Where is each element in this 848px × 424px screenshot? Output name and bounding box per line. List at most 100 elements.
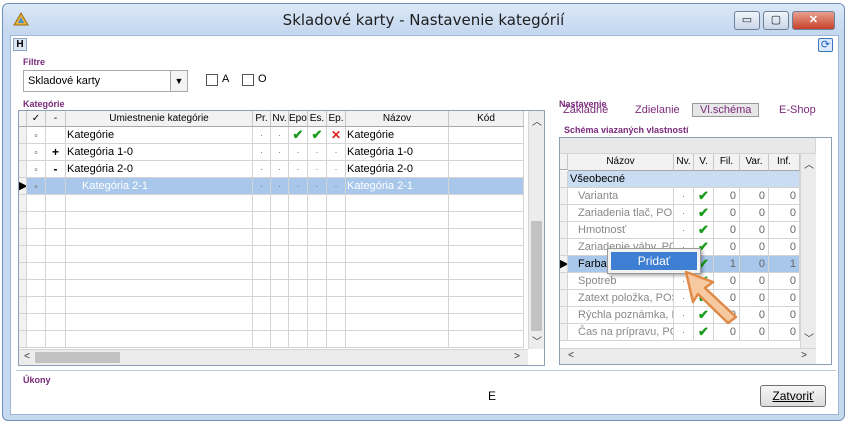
schema-cell-inf[interactable]: 0: [769, 222, 800, 239]
maximize-button[interactable]: ▢: [763, 11, 789, 30]
schema-cell-v[interactable]: ✔: [694, 205, 714, 222]
category-cell-pr-col[interactable]: ·: [253, 144, 271, 161]
categories-grid[interactable]: ✓ - Umiestnenie kategórie Pr. Nv. Epo. Es. Ep. N…: [18, 110, 545, 366]
category-cell-toggle-col[interactable]: [46, 178, 66, 195]
schema-cell-fil[interactable]: 0: [714, 222, 740, 239]
schema-cell-var[interactable]: 0: [740, 188, 769, 205]
schema-cell-var[interactable]: 0: [740, 239, 769, 256]
schema-cell-inf[interactable]: 0: [769, 290, 800, 307]
category-cell-pr-col[interactable]: ·: [253, 178, 271, 195]
category-cell-code-col[interactable]: [449, 161, 524, 178]
column-header-check-col[interactable]: ✓: [27, 111, 46, 127]
column-header-es-col[interactable]: Es.: [308, 111, 327, 127]
column-header-toggle-col[interactable]: -: [46, 111, 66, 127]
schema-cell-name[interactable]: Zariadenia tlač, POS: [568, 205, 674, 222]
tab-vl-schema[interactable]: Vl.schéma: [692, 103, 760, 117]
schema-column-header-fil[interactable]: Fil.: [714, 154, 740, 171]
scroll-left-icon[interactable]: <: [19, 351, 35, 362]
category-cell-epo-col[interactable]: ·: [289, 161, 308, 178]
category-cell-ep-col[interactable]: ·: [327, 161, 346, 178]
tab-zdielanie[interactable]: Zdielanie: [635, 104, 680, 116]
checkbox-o[interactable]: [242, 74, 254, 86]
chevron-down-icon[interactable]: ▼: [170, 71, 187, 91]
category-cell-check-col[interactable]: ∘: [27, 127, 46, 144]
category-cell-es-col[interactable]: ·: [308, 144, 327, 161]
schema-cell-v[interactable]: ✔: [694, 222, 714, 239]
schema-cell-name[interactable]: Hmotnosť: [568, 222, 674, 239]
column-header-epo-col[interactable]: Epo.: [289, 111, 308, 127]
schema-cell-fil[interactable]: 0: [714, 205, 740, 222]
schema-cell-inf[interactable]: 0: [769, 273, 800, 290]
schema-cell-name[interactable]: Čas na prípravu, PO: [568, 324, 674, 341]
schema-cell-var[interactable]: 0: [740, 273, 769, 290]
add-menu-item[interactable]: Pridať: [611, 252, 697, 270]
scroll-up-icon[interactable]: ︿: [801, 156, 817, 171]
category-cell-es-col[interactable]: ✔: [308, 127, 327, 144]
scroll-right-icon[interactable]: >: [796, 350, 812, 361]
horizontal-scrollbar[interactable]: < >: [19, 349, 528, 365]
schema-cell-nv[interactable]: ·: [674, 222, 694, 239]
category-cell-code-col[interactable]: [449, 127, 524, 144]
schema-horizontal-scrollbar[interactable]: < >: [560, 348, 816, 364]
category-cell-epo-col[interactable]: ✔: [289, 127, 308, 144]
h-badge[interactable]: H: [13, 38, 27, 51]
category-cell-es-col[interactable]: ·: [308, 178, 327, 195]
schema-vertical-scrollbar[interactable]: ︿ ﹀: [800, 154, 816, 348]
category-cell-check-col[interactable]: ∘: [27, 161, 46, 178]
schema-cell-nv[interactable]: ·: [674, 188, 694, 205]
category-cell-toggle-col[interactable]: -: [46, 161, 66, 178]
close-window-button[interactable]: ✕: [792, 11, 835, 30]
schema-column-header-v[interactable]: V.: [694, 154, 714, 171]
schema-cell-var[interactable]: 0: [740, 256, 769, 273]
category-cell-location-col[interactable]: Kategória 2-0: [66, 161, 253, 178]
schema-column-header-inf[interactable]: Inf.: [769, 154, 800, 171]
category-cell-code-col[interactable]: [449, 144, 524, 161]
schema-cell-fil[interactable]: 0: [714, 324, 740, 341]
schema-cell-name[interactable]: Spotreb: [568, 273, 674, 290]
schema-group-row[interactable]: Všeobecné: [568, 171, 800, 188]
minimize-button[interactable]: ▭: [734, 11, 760, 30]
schema-cell-v[interactable]: ✔: [694, 324, 714, 341]
category-type-combo[interactable]: Skladové karty ▼: [23, 70, 188, 92]
category-cell-location-col[interactable]: Kategórie: [66, 127, 253, 144]
column-header-ep-col[interactable]: Ep.: [327, 111, 346, 127]
checkbox-a[interactable]: [206, 74, 218, 86]
schema-cell-fil[interactable]: 0: [714, 239, 740, 256]
schema-cell-v[interactable]: ✔: [694, 188, 714, 205]
column-header-location-col[interactable]: Umiestnenie kategórie: [66, 111, 253, 127]
schema-cell-inf[interactable]: 0: [769, 307, 800, 324]
category-cell-epo-col[interactable]: ·: [289, 178, 308, 195]
category-cell-location-col[interactable]: Kategória 1-0: [66, 144, 253, 161]
category-cell-name-col[interactable]: Kategórie: [346, 127, 449, 144]
category-cell-nv-col[interactable]: ·: [271, 144, 289, 161]
category-cell-nv-col[interactable]: ·: [271, 127, 289, 144]
vertical-scrollbar[interactable]: ︿ ﹀: [528, 111, 544, 349]
scroll-left-icon[interactable]: <: [563, 350, 579, 361]
schema-cell-var[interactable]: 0: [740, 324, 769, 341]
schema-cell-var[interactable]: 0: [740, 222, 769, 239]
schema-cell-nv[interactable]: ·: [674, 205, 694, 222]
schema-column-header-nv[interactable]: Nv.: [674, 154, 694, 171]
schema-cell-name[interactable]: Zatext položka, POS: [568, 290, 674, 307]
schema-cell-nv[interactable]: ·: [674, 324, 694, 341]
scroll-thumb[interactable]: [531, 221, 542, 331]
category-cell-pr-col[interactable]: ·: [253, 127, 271, 144]
category-cell-name-col[interactable]: Kategória 2-1: [346, 178, 449, 195]
category-cell-check-col[interactable]: ∘: [27, 144, 46, 161]
column-header-code-col[interactable]: Kód: [449, 111, 524, 127]
schema-cell-inf[interactable]: 0: [769, 239, 800, 256]
category-cell-ep-col[interactable]: ✕: [327, 127, 346, 144]
schema-cell-inf[interactable]: 0: [769, 205, 800, 222]
category-cell-code-col[interactable]: [449, 178, 524, 195]
close-button[interactable]: Zatvoriť: [760, 385, 826, 407]
schema-cell-inf[interactable]: 0: [769, 324, 800, 341]
schema-cell-var[interactable]: 0: [740, 205, 769, 222]
scroll-down-icon[interactable]: ﹀: [801, 330, 817, 345]
schema-cell-fil[interactable]: 0: [714, 188, 740, 205]
schema-cell-var[interactable]: 0: [740, 290, 769, 307]
tab-zakladne[interactable]: Základné: [563, 104, 608, 116]
category-cell-nv-col[interactable]: ·: [271, 178, 289, 195]
schema-cell-var[interactable]: 0: [740, 307, 769, 324]
category-cell-name-col[interactable]: Kategória 2-0: [346, 161, 449, 178]
schema-cell-inf[interactable]: 1: [769, 256, 800, 273]
